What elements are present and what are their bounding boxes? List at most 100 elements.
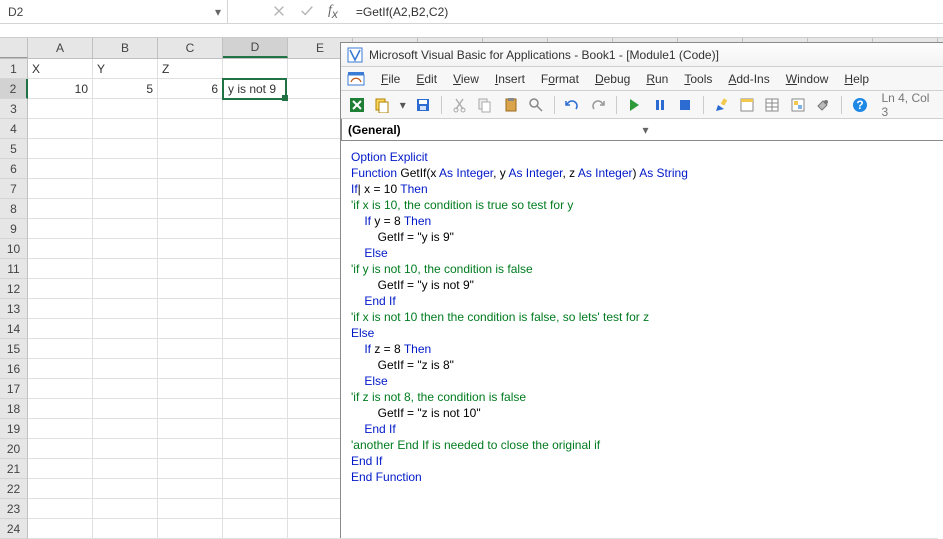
cell-A9[interactable] — [28, 219, 93, 239]
cell-D19[interactable] — [223, 419, 288, 439]
cell-D10[interactable] — [223, 239, 288, 259]
row-header-24[interactable]: 24 — [0, 519, 28, 539]
row-header-9[interactable]: 9 — [0, 219, 28, 239]
cell-A18[interactable] — [28, 399, 93, 419]
cell-B18[interactable] — [93, 399, 158, 419]
cell-C11[interactable] — [158, 259, 223, 279]
row-header-6[interactable]: 6 — [0, 159, 28, 179]
cell-C23[interactable] — [158, 499, 223, 519]
menu-run[interactable]: Run — [640, 70, 674, 88]
menu-view[interactable]: View — [447, 70, 485, 88]
row-header-18[interactable]: 18 — [0, 399, 28, 419]
row-header-3[interactable]: 3 — [0, 99, 28, 119]
cell-D5[interactable] — [223, 139, 288, 159]
cell-B17[interactable] — [93, 379, 158, 399]
cell-A19[interactable] — [28, 419, 93, 439]
cell-B24[interactable] — [93, 519, 158, 539]
cell-C22[interactable] — [158, 479, 223, 499]
cell-C3[interactable] — [158, 99, 223, 119]
cell-C13[interactable] — [158, 299, 223, 319]
cell-B23[interactable] — [93, 499, 158, 519]
cell-C17[interactable] — [158, 379, 223, 399]
cell-D17[interactable] — [223, 379, 288, 399]
cell-C1[interactable]: Z — [158, 59, 223, 79]
row-header-5[interactable]: 5 — [0, 139, 28, 159]
cell-D16[interactable] — [223, 359, 288, 379]
cell-B4[interactable] — [93, 119, 158, 139]
cell-B12[interactable] — [93, 279, 158, 299]
row-header-2[interactable]: 2 — [0, 79, 28, 99]
cell-D4[interactable] — [223, 119, 288, 139]
cell-D14[interactable] — [223, 319, 288, 339]
cell-A7[interactable] — [28, 179, 93, 199]
select-all-corner[interactable] — [0, 38, 28, 58]
cell-A8[interactable] — [28, 199, 93, 219]
cell-D20[interactable] — [223, 439, 288, 459]
vbe-sys-icon[interactable] — [347, 70, 365, 88]
code-pane[interactable]: Option ExplicitFunction GetIf(x As Integ… — [341, 141, 943, 493]
cell-A3[interactable] — [28, 99, 93, 119]
menu-help[interactable]: Help — [838, 70, 875, 88]
cell-A6[interactable] — [28, 159, 93, 179]
help-icon[interactable]: ? — [850, 95, 869, 115]
menu-edit[interactable]: Edit — [410, 70, 443, 88]
cell-B7[interactable] — [93, 179, 158, 199]
cut-icon[interactable] — [450, 95, 469, 115]
row-header-7[interactable]: 7 — [0, 179, 28, 199]
cell-B21[interactable] — [93, 459, 158, 479]
cell-D22[interactable] — [223, 479, 288, 499]
cell-D7[interactable] — [223, 179, 288, 199]
col-header-B[interactable]: B — [93, 38, 158, 58]
cell-A10[interactable] — [28, 239, 93, 259]
menu-add-ins[interactable]: Add-Ins — [722, 70, 775, 88]
menu-window[interactable]: Window — [780, 70, 835, 88]
row-header-12[interactable]: 12 — [0, 279, 28, 299]
cell-A5[interactable] — [28, 139, 93, 159]
cell-D13[interactable] — [223, 299, 288, 319]
cell-C12[interactable] — [158, 279, 223, 299]
cell-A24[interactable] — [28, 519, 93, 539]
row-header-16[interactable]: 16 — [0, 359, 28, 379]
cell-C14[interactable] — [158, 319, 223, 339]
cell-C19[interactable] — [158, 419, 223, 439]
cell-B1[interactable]: Y — [93, 59, 158, 79]
cell-C8[interactable] — [158, 199, 223, 219]
design-mode-icon[interactable] — [712, 95, 731, 115]
cell-B16[interactable] — [93, 359, 158, 379]
cell-D2[interactable]: y is not 9 — [222, 78, 287, 100]
col-header-A[interactable]: A — [28, 38, 93, 58]
row-header-4[interactable]: 4 — [0, 119, 28, 139]
cell-A1[interactable]: X — [28, 59, 93, 79]
name-box-dropdown-icon[interactable]: ▾ — [209, 5, 227, 19]
row-header-17[interactable]: 17 — [0, 379, 28, 399]
cell-D23[interactable] — [223, 499, 288, 519]
excel-view-icon[interactable] — [347, 95, 366, 115]
project-explorer-icon[interactable] — [737, 95, 756, 115]
insert-module-icon[interactable] — [372, 95, 391, 115]
reset-icon[interactable] — [675, 95, 694, 115]
cell-B3[interactable] — [93, 99, 158, 119]
cell-C9[interactable] — [158, 219, 223, 239]
col-header-D[interactable]: D — [223, 38, 288, 58]
cell-A16[interactable] — [28, 359, 93, 379]
cell-A15[interactable] — [28, 339, 93, 359]
row-header-13[interactable]: 13 — [0, 299, 28, 319]
cell-B2[interactable]: 5 — [93, 79, 158, 99]
row-header-11[interactable]: 11 — [0, 259, 28, 279]
properties-icon[interactable] — [763, 95, 782, 115]
copy-icon[interactable] — [475, 95, 494, 115]
col-header-C[interactable]: C — [158, 38, 223, 58]
name-box[interactable]: D2 ▾ — [0, 0, 228, 23]
row-header-15[interactable]: 15 — [0, 339, 28, 359]
cell-D11[interactable] — [223, 259, 288, 279]
cell-B14[interactable] — [93, 319, 158, 339]
row-header-8[interactable]: 8 — [0, 199, 28, 219]
menu-tools[interactable]: Tools — [678, 70, 718, 88]
cell-B6[interactable] — [93, 159, 158, 179]
row-header-1[interactable]: 1 — [0, 59, 28, 79]
cell-D12[interactable] — [223, 279, 288, 299]
menu-format[interactable]: Format — [535, 70, 585, 88]
cell-C18[interactable] — [158, 399, 223, 419]
cell-D9[interactable] — [223, 219, 288, 239]
menu-insert[interactable]: Insert — [489, 70, 531, 88]
